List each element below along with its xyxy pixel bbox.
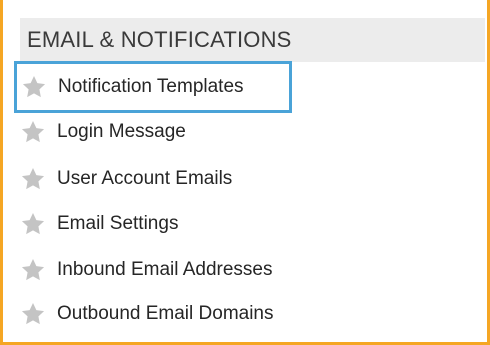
- star-icon[interactable]: [20, 211, 46, 237]
- menu-item-email-settings[interactable]: Email Settings: [20, 208, 178, 240]
- menu-item-label: Notification Templates: [58, 76, 244, 97]
- menu-item-outbound-email-domains[interactable]: Outbound Email Domains: [20, 298, 274, 330]
- settings-panel: EMAIL & NOTIFICATIONS Notification Templ…: [0, 0, 490, 345]
- menu-item-user-account-emails[interactable]: User Account Emails: [20, 163, 232, 195]
- menu-item-inbound-email-addresses[interactable]: Inbound Email Addresses: [20, 254, 272, 286]
- star-icon[interactable]: [20, 119, 46, 145]
- star-icon[interactable]: [21, 74, 47, 100]
- menu-item-label: Outbound Email Domains: [57, 303, 274, 324]
- star-icon[interactable]: [20, 257, 46, 283]
- section-header: EMAIL & NOTIFICATIONS: [20, 18, 485, 62]
- star-icon[interactable]: [20, 166, 46, 192]
- menu-item-label: Email Settings: [57, 213, 179, 234]
- menu-item-notification-templates[interactable]: Notification Templates: [14, 61, 292, 113]
- menu-item-login-message[interactable]: Login Message: [20, 116, 186, 148]
- menu-item-label: Login Message: [57, 121, 186, 142]
- menu-item-label: Inbound Email Addresses: [57, 259, 273, 280]
- star-icon[interactable]: [20, 301, 46, 327]
- menu-item-label: User Account Emails: [57, 168, 233, 189]
